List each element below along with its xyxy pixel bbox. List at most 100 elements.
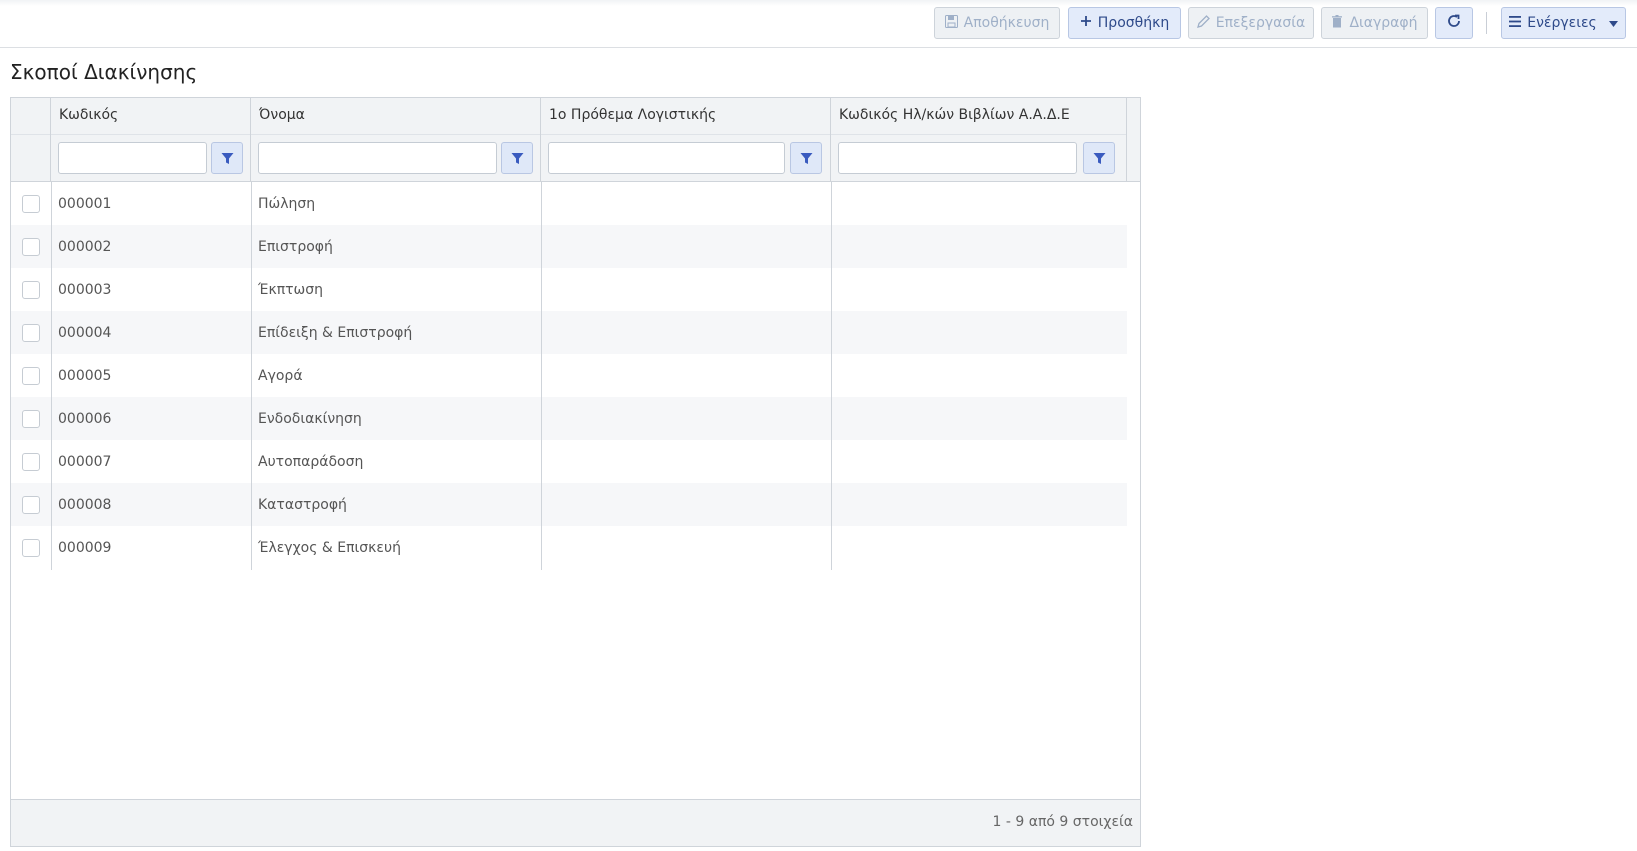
table-row[interactable]: 000004 Επίδειξη & Επιστροφή (11, 311, 1127, 354)
table-row[interactable]: 000007 Αυτοπαράδοση (11, 440, 1127, 483)
cell-name: Αγορά (258, 367, 303, 384)
pager-info: 1 - 9 από 9 στοιχεία (992, 814, 1133, 830)
cell-code: 000002 (58, 238, 112, 255)
header-select-column (11, 98, 51, 182)
cell-code: 000001 (58, 195, 112, 212)
cell-aade (831, 182, 1127, 225)
refresh-icon (1446, 13, 1462, 33)
data-grid: Κωδικός Όνομα 1ο Πρόθεμα Λογιστικής Κωδι… (10, 97, 1141, 847)
name-filter-input[interactable] (258, 142, 497, 174)
plus-icon (1080, 15, 1092, 31)
toolbar: Αποθήκευση Προσθήκη Επεξεργασία Διαγραφή… (0, 0, 1637, 48)
page-title: Σκοποί Διακίνησης (10, 60, 198, 84)
header-label: Κωδικός (59, 107, 119, 123)
row-checkbox[interactable] (22, 539, 40, 557)
header-name-column[interactable]: Όνομα (251, 98, 541, 182)
header-label: Κωδικός Ηλ/κών Βιβλίων Α.Α.Δ.Ε (839, 107, 1070, 123)
header-scrollbar-spacer (1127, 98, 1141, 182)
hamburger-icon (1509, 15, 1522, 31)
table-row[interactable]: 000008 Καταστροφή (11, 483, 1127, 526)
cell-code: 000004 (58, 324, 112, 341)
cell-prefix (541, 440, 831, 483)
table-row[interactable]: 000002 Επιστροφή (11, 225, 1127, 268)
row-checkbox[interactable] (22, 367, 40, 385)
code-filter-input[interactable] (58, 142, 207, 174)
cell-code: 000008 (58, 496, 112, 513)
header-label: 1ο Πρόθεμα Λογιστικής (549, 107, 717, 123)
row-checkbox[interactable] (22, 453, 40, 471)
cell-aade (831, 268, 1127, 311)
row-checkbox[interactable] (22, 195, 40, 213)
delete-button[interactable]: Διαγραφή (1321, 7, 1428, 39)
cell-prefix (541, 311, 831, 354)
cell-name: Πώληση (258, 195, 316, 212)
save-button[interactable]: Αποθήκευση (934, 7, 1060, 39)
toolbar-separator (1486, 12, 1487, 34)
add-button[interactable]: Προσθήκη (1068, 7, 1181, 39)
actions-menu-label: Ενέργειες (1527, 15, 1597, 31)
aade-filter-input[interactable] (838, 142, 1077, 174)
row-checkbox[interactable] (22, 496, 40, 514)
row-checkbox[interactable] (22, 410, 40, 428)
filter-icon (1093, 152, 1105, 164)
cell-aade (831, 225, 1127, 268)
pencil-icon (1196, 14, 1210, 32)
header-aade-column[interactable]: Κωδικός Ηλ/κών Βιβλίων Α.Α.Δ.Ε (831, 98, 1127, 182)
table-row[interactable]: 000009 Έλεγχος & Επισκευή (11, 526, 1127, 569)
grid-header: Κωδικός Όνομα 1ο Πρόθεμα Λογιστικής Κωδι… (11, 98, 1140, 182)
row-checkbox[interactable] (22, 281, 40, 299)
cell-prefix (541, 397, 831, 440)
header-label: Όνομα (259, 107, 305, 123)
save-icon (944, 14, 958, 32)
name-filter-button[interactable] (501, 142, 533, 174)
cell-aade (831, 354, 1127, 397)
filter-icon (511, 152, 523, 164)
cell-aade (831, 483, 1127, 526)
column-divider (831, 182, 832, 570)
cell-prefix (541, 182, 831, 225)
prefix-filter-button[interactable] (790, 142, 822, 174)
header-code-column[interactable]: Κωδικός (51, 98, 251, 182)
actions-menu-button[interactable]: Ενέργειες (1501, 7, 1626, 39)
add-button-label: Προσθήκη (1097, 15, 1170, 31)
save-button-label: Αποθήκευση (963, 15, 1050, 31)
prefix-filter-input[interactable] (548, 142, 785, 174)
cell-code: 000006 (58, 410, 112, 427)
header-prefix-column[interactable]: 1ο Πρόθεμα Λογιστικής (541, 98, 831, 182)
row-checkbox[interactable] (22, 238, 40, 256)
refresh-button[interactable] (1435, 7, 1473, 39)
filter-icon (800, 152, 812, 164)
edit-button[interactable]: Επεξεργασία (1188, 7, 1314, 39)
cell-prefix (541, 526, 831, 569)
cell-aade (831, 397, 1127, 440)
row-checkbox[interactable] (22, 324, 40, 342)
grid-pager: 1 - 9 από 9 στοιχεία (11, 799, 1140, 846)
cell-name: Καταστροφή (258, 496, 347, 513)
cell-aade (831, 526, 1127, 569)
table-row[interactable]: 000003 Έκπτωση (11, 268, 1127, 311)
cell-name: Ενδοδιακίνηση (258, 410, 362, 427)
table-row[interactable]: 000006 Ενδοδιακίνηση (11, 397, 1127, 440)
cell-prefix (541, 354, 831, 397)
cell-prefix (541, 483, 831, 526)
caret-down-icon (1608, 15, 1618, 31)
aade-filter-button[interactable] (1083, 142, 1115, 174)
cell-code: 000009 (58, 539, 112, 556)
trash-icon (1331, 14, 1343, 32)
table-row[interactable]: 000001 Πώληση (11, 182, 1127, 225)
column-divider (541, 182, 542, 570)
filter-icon (221, 152, 233, 164)
column-divider (251, 182, 252, 570)
cell-prefix (541, 268, 831, 311)
cell-aade (831, 311, 1127, 354)
cell-code: 000007 (58, 453, 112, 470)
cell-name: Έκπτωση (258, 281, 324, 298)
cell-name: Αυτοπαράδοση (258, 453, 364, 470)
cell-prefix (541, 225, 831, 268)
grid-body: 000001 Πώληση 000002 Επιστροφή 000003 Έκ… (11, 182, 1140, 800)
table-row[interactable]: 000005 Αγορά (11, 354, 1127, 397)
cell-code: 000003 (58, 281, 112, 298)
cell-name: Έλεγχος & Επισκευή (258, 539, 401, 556)
delete-button-label: Διαγραφή (1349, 15, 1418, 31)
code-filter-button[interactable] (211, 142, 243, 174)
